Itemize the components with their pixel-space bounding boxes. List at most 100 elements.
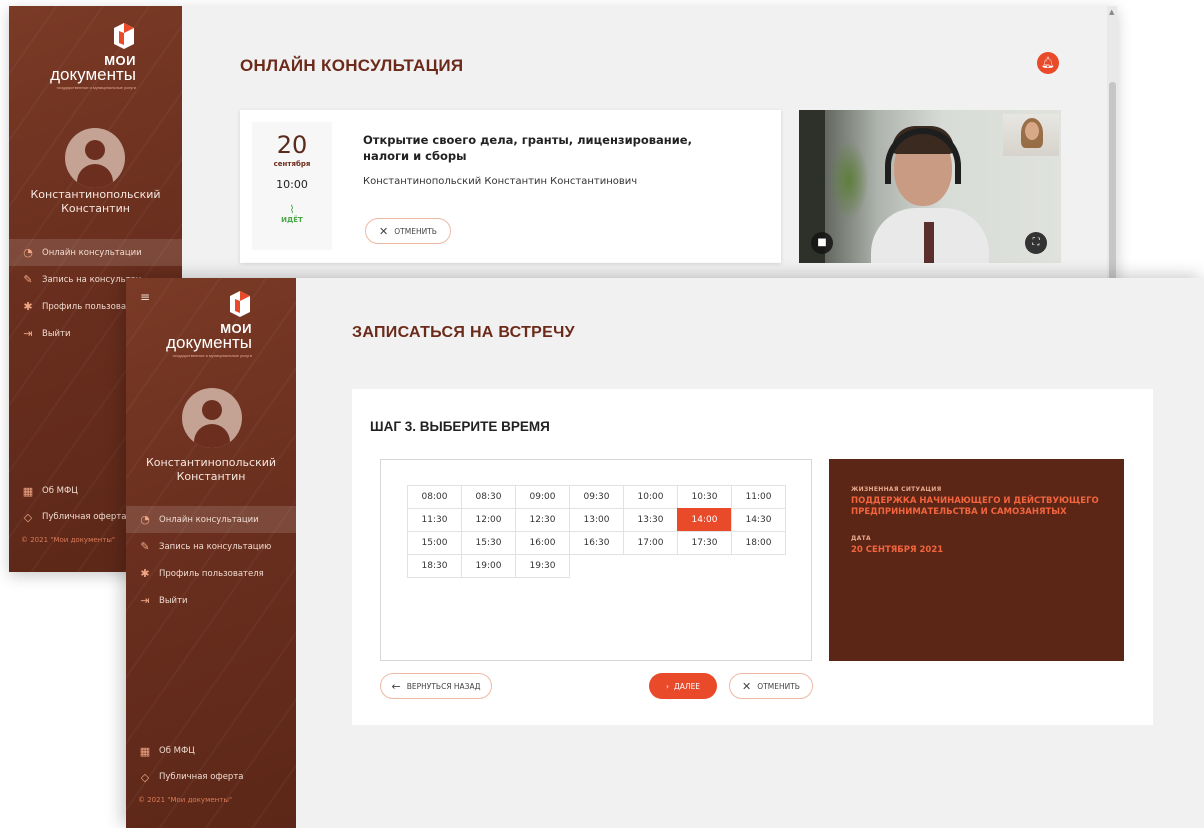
chat-icon: ◔ (140, 513, 150, 526)
time-slot[interactable]: 14:30 (731, 508, 786, 532)
sidebar: ≡ МОИ документы государственные и муници… (126, 278, 296, 828)
time-slot[interactable]: 16:30 (569, 531, 624, 555)
sidebar-footer: ▦ Об МФЦ ◇ Публичная оферта © 2021 "Мои … (126, 738, 296, 805)
consultation-time: 10:00 (276, 178, 308, 191)
time-slot[interactable]: 18:00 (731, 531, 786, 555)
step-title: ШАГ 3. ВЫБЕРИТЕ ВРЕМЯ (370, 419, 550, 434)
logo-word-documents: документы (166, 333, 252, 352)
logout-icon: ⇥ (23, 327, 33, 340)
tag-icon: ◇ (140, 770, 150, 784)
page-title: ОНЛАЙН КОНСУЛЬТАЦИЯ (240, 56, 464, 75)
consultation-title: Открытие своего дела, гранты, лицензиров… (363, 133, 692, 163)
sidebar-item-user-profile[interactable]: ✱ Профиль пользователя (126, 560, 296, 587)
avatar (65, 128, 125, 188)
sidebar-item-consultation-booking[interactable]: ✎ Запись на консультацию (126, 533, 296, 560)
logo[interactable]: МОИ документы государственные и муниципа… (166, 290, 252, 358)
time-slot[interactable]: 17:00 (623, 531, 678, 555)
arrow-left-icon: ← (391, 679, 401, 693)
time-slot[interactable]: 09:00 (515, 485, 570, 509)
tag-icon: ◇ (23, 510, 33, 524)
time-slot[interactable]: 10:30 (677, 485, 732, 509)
time-slot[interactable]: 17:30 (677, 531, 732, 555)
time-slot[interactable]: 13:30 (623, 508, 678, 532)
scrollbar-thumb[interactable] (1109, 82, 1116, 292)
menu-icon[interactable]: ≡ (140, 290, 150, 304)
close-icon: ✕ (742, 679, 752, 693)
fullscreen-icon: ⛶ (1032, 237, 1040, 248)
gear-icon: ✱ (23, 300, 33, 313)
scroll-up-icon[interactable]: ▲ (1109, 8, 1114, 16)
in-progress-icon: ⌇ (289, 203, 295, 216)
time-slot[interactable]: 19:00 (461, 554, 516, 578)
next-button[interactable]: › ДАЛЕЕ (649, 673, 717, 699)
logo-word-documents: документы (50, 65, 136, 84)
situation-value: ПОДДЕРЖКА НАЧИНАЮЩЕГО И ДЕЙСТВУЮЩЕГО ПРЕ… (851, 496, 1099, 517)
pencil-icon: ✎ (140, 540, 150, 553)
page-title: ЗАПИСАТЬСЯ НА ВСТРЕЧУ (352, 324, 575, 341)
sidebar-item-logout[interactable]: ⇥ Выйти (126, 587, 296, 614)
user-name: Константинопольский Константин (30, 188, 161, 215)
time-slot[interactable]: 19:30 (515, 554, 570, 578)
time-slot[interactable]: 10:00 (623, 485, 678, 509)
date-value: 20 СЕНТЯБРЯ 2021 (851, 545, 944, 555)
fullscreen-button[interactable]: ⛶ (1025, 232, 1047, 254)
logo-mark-icon (230, 291, 250, 317)
time-slot[interactable]: 08:00 (407, 485, 462, 509)
close-icon: ✕ (379, 224, 389, 238)
avatar (182, 388, 242, 448)
chevron-right-icon: › (665, 681, 669, 691)
booking-summary-panel: ЖИЗНЕННАЯ СИТУАЦИЯ ПОДДЕРЖКА НАЧИНАЮЩЕГО… (829, 459, 1124, 661)
time-slot-selected[interactable]: 14:00 (677, 508, 732, 532)
camera-icon: ■ (817, 237, 827, 248)
sidebar-link-about-mfc[interactable]: ▦ Об МФЦ (126, 738, 296, 764)
building-icon: ▦ (139, 744, 151, 758)
time-slot[interactable]: 11:30 (407, 508, 462, 532)
copyright: © 2021 "Мои документы" (138, 796, 233, 804)
booking-window: ≡ МОИ документы государственные и муници… (126, 278, 1204, 828)
time-slot[interactable]: 08:30 (461, 485, 516, 509)
time-slot[interactable]: 13:00 (569, 508, 624, 532)
situation-label: ЖИЗНЕННАЯ СИТУАЦИЯ (851, 486, 942, 493)
chat-icon: ◔ (23, 246, 33, 259)
logout-icon: ⇥ (140, 594, 150, 607)
consultation-day: 20 (276, 131, 308, 159)
user-name: Константинопольский Константин (145, 456, 277, 483)
back-button[interactable]: ← ВЕРНУТЬСЯ НАЗАД (380, 673, 492, 699)
video-call: ■ ⛶ (799, 110, 1061, 263)
consultation-card: 20 сентября 10:00 ⌇ ИДЁТ Открытие своего… (240, 110, 781, 263)
sidebar-item-online-consultations[interactable]: ◔ Онлайн консультации (9, 239, 182, 266)
time-slot[interactable]: 15:30 (461, 531, 516, 555)
time-slot[interactable]: 15:00 (407, 531, 462, 555)
logo-subtitle: государственные и муниципальные услуги (172, 353, 252, 358)
time-slot[interactable]: 09:30 (569, 485, 624, 509)
time-slot[interactable]: 16:00 (515, 531, 570, 555)
notification-button[interactable]: 🔔︎ (1037, 52, 1059, 74)
logo-mark-icon (114, 23, 134, 49)
sidebar-link-public-offer[interactable]: ◇ Публичная оферта (126, 764, 296, 790)
time-slot[interactable]: 12:30 (515, 508, 570, 532)
time-slots-panel: 08:00 08:30 09:00 09:30 10:00 10:30 11:00 11:30… (380, 459, 812, 661)
time-slot[interactable]: 18:30 (407, 554, 462, 578)
booking-step-card: ШАГ 3. ВЫБЕРИТЕ ВРЕМЯ 08:00 08:30 09:00 09:… (352, 389, 1153, 725)
consultant-name: Константинопольский Константин Константи… (363, 176, 638, 187)
date-label: ДАТА (851, 535, 871, 542)
logo[interactable]: МОИ документы государственные и муниципа… (50, 22, 136, 90)
sidebar-item-online-consultations[interactable]: ◔ Онлайн консультации (126, 506, 296, 533)
pencil-icon: ✎ (23, 273, 33, 286)
self-view-video (1003, 114, 1059, 156)
time-slot[interactable]: 11:00 (731, 485, 786, 509)
screenshot-collage: МОИ документы государственные и муниципа… (0, 0, 1204, 828)
camera-toggle-button[interactable]: ■ (811, 232, 833, 254)
status-badge: ИДЁТ (281, 216, 303, 224)
cancel-button[interactable]: ✕ ОТМЕНИТЬ (729, 673, 813, 699)
gear-icon: ✱ (140, 567, 150, 580)
building-icon: ▦ (22, 484, 34, 498)
sidebar-nav: ◔ Онлайн консультации ✎ Запись на консул… (126, 506, 296, 614)
consultation-month: сентября (273, 160, 311, 168)
cancel-consultation-button[interactable]: ✕ ОТМЕНИТЬ (365, 218, 451, 244)
time-slot[interactable]: 12:00 (461, 508, 516, 532)
bell-icon: 🔔︎ (1041, 56, 1055, 69)
time-slots-grid: 08:00 08:30 09:00 09:30 10:00 10:30 11:00 11:30… (407, 485, 786, 578)
logo-subtitle: государственные и муниципальные услуги (56, 85, 136, 90)
consultation-date-box: 20 сентября 10:00 ⌇ ИДЁТ (252, 122, 332, 250)
